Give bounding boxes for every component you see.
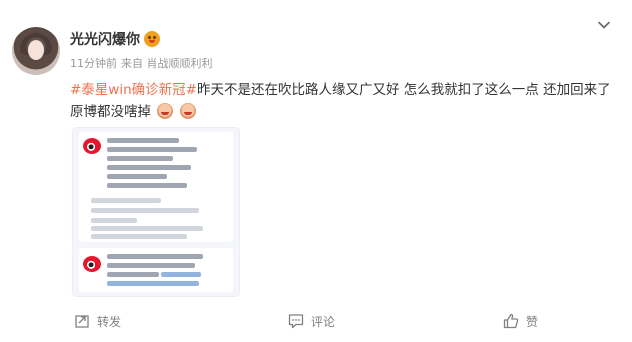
post-meta: 11分钟前 来自 肖战顺顺利利 [70,55,213,71]
repost-label: 转发 [97,314,122,329]
like-label: 赞 [526,314,539,329]
comment-icon [288,314,304,329]
comment-button[interactable]: 评论 [287,312,335,330]
avatar[interactable] [12,27,60,75]
action-bar: 转发 评论 赞 [0,312,632,336]
emoji-icon [157,103,174,119]
thumbs-up-icon [503,313,519,329]
post-source: 来自 肖战顺顺利利 [121,57,213,70]
repost-icon [75,315,89,328]
post-text: #泰星win确诊新冠#昨天不是还在吹比路人缘又广又好 怎么我就扣了这么一点 还加… [70,79,618,123]
smile-badge-icon [144,31,160,47]
repost-button[interactable]: 转发 [73,312,121,330]
emoji-icon [179,103,196,119]
topic-link[interactable]: #泰星win确诊新冠# [70,82,197,98]
chevron-down-icon[interactable] [597,18,611,32]
post-image[interactable] [72,127,240,297]
notice-card [79,132,233,242]
username[interactable]: 光光闪爆你 [70,29,140,49]
username-row: 光光闪爆你 [70,29,160,49]
weibo-logo-icon [83,138,101,154]
comment-label: 评论 [311,314,336,329]
weibo-logo-icon [83,256,101,272]
post-time[interactable]: 11分钟前 [70,55,117,71]
notice-card [79,248,233,292]
like-button[interactable]: 赞 [502,312,538,330]
weibo-post-card: 光光闪爆你 11分钟前 来自 肖战顺顺利利 #泰星win确诊新冠#昨天不是还在吹… [0,0,632,342]
